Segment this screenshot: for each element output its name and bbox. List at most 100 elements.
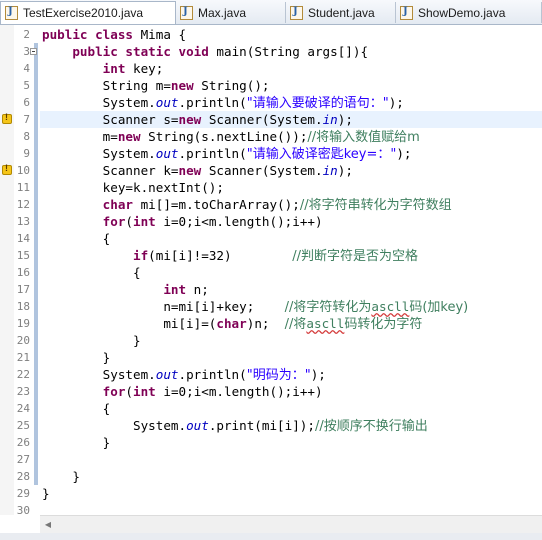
line-number: 9 bbox=[23, 147, 30, 160]
code-token: ); bbox=[396, 146, 412, 161]
line-number: 5 bbox=[23, 79, 30, 92]
code-token: for bbox=[102, 214, 126, 229]
line-number: 19 bbox=[16, 317, 30, 330]
code-token: main(String args[]){ bbox=[216, 44, 369, 59]
code-line-text: Scanner s=new Scanner(System.in); bbox=[42, 111, 353, 128]
code-token: String m= bbox=[42, 78, 171, 93]
code-line[interactable] bbox=[40, 451, 542, 468]
code-line-text: int key; bbox=[42, 60, 164, 77]
tab-label: Student.java bbox=[308, 5, 375, 20]
code-line[interactable]: { bbox=[40, 400, 542, 417]
change-marker bbox=[34, 145, 38, 162]
code-token: .print(mi[i]); bbox=[208, 418, 315, 433]
code-line[interactable]: int n; bbox=[40, 281, 542, 298]
line-number: 18 bbox=[16, 300, 30, 313]
code-line-text: System.out.print(mi[i]);//按顺序不换行输出 bbox=[42, 417, 428, 435]
fold-toggle-icon[interactable] bbox=[30, 48, 37, 55]
change-marker bbox=[34, 383, 38, 400]
tab-label: ShowDemo.java bbox=[418, 5, 506, 20]
code-token: int bbox=[133, 214, 164, 229]
code-token: //将字符串转化为字符数组 bbox=[299, 198, 452, 213]
code-line[interactable]: } bbox=[40, 485, 542, 502]
line-number: 10 bbox=[16, 164, 30, 177]
code-line-text: m=new String(s.nextLine());//将输入数值赋给m bbox=[42, 128, 420, 146]
change-marker bbox=[34, 451, 38, 468]
horizontal-scrollbar[interactable]: ◀ bbox=[40, 515, 542, 533]
code-token: } bbox=[42, 350, 111, 365]
line-number: 21 bbox=[16, 351, 30, 364]
code-line[interactable]: Scanner k=new Scanner(System.in); bbox=[40, 162, 542, 179]
code-line[interactable]: for(int i=0;i<m.length();i++) bbox=[40, 213, 542, 230]
tab-testexercise2010[interactable]: TestExercise2010.java bbox=[0, 1, 176, 24]
code-line[interactable]: System.out.println("明码为："); bbox=[40, 366, 542, 383]
code-token: ascll bbox=[371, 299, 410, 314]
line-number: 11 bbox=[16, 181, 30, 194]
code-line[interactable]: System.out.println("请输入要破译的语句："); bbox=[40, 94, 542, 111]
change-marker bbox=[34, 332, 38, 349]
code-token: } bbox=[42, 469, 80, 484]
code-line[interactable]: String m=new String(); bbox=[40, 77, 542, 94]
scroll-left-arrow-icon[interactable]: ◀ bbox=[40, 516, 56, 533]
code-line-text: { bbox=[42, 400, 111, 417]
code-token: 码转化为字符 bbox=[344, 317, 423, 332]
code-line[interactable]: } bbox=[40, 468, 542, 485]
code-line[interactable]: System.out.print(mi[i]);//按顺序不换行输出 bbox=[40, 417, 542, 434]
code-line[interactable]: } bbox=[40, 332, 542, 349]
code-token: out bbox=[155, 146, 179, 161]
code-line[interactable]: System.out.println("请输入破译密匙key=："); bbox=[40, 145, 542, 162]
tab-max[interactable]: Max.java bbox=[176, 2, 286, 23]
code-token: .println( bbox=[178, 146, 247, 161]
code-line-text: public class Mima { bbox=[42, 26, 186, 43]
code-line-text: char mi[]=m.toCharArray();//将字符串转化为字符数组 bbox=[42, 196, 452, 214]
code-token: System. bbox=[42, 418, 187, 433]
code-line[interactable]: public class Mima { bbox=[40, 26, 542, 43]
code-token: //按顺序不换行输出 bbox=[314, 419, 428, 434]
line-number: 17 bbox=[16, 283, 30, 296]
code-line[interactable]: } bbox=[40, 349, 542, 366]
tab-showdemo[interactable]: ShowDemo.java bbox=[396, 2, 542, 23]
code-line[interactable]: Scanner s=new Scanner(System.in); bbox=[40, 111, 542, 128]
code-line[interactable]: public static void main(String args[]){ bbox=[40, 43, 542, 60]
code-token: Scanner k= bbox=[42, 163, 179, 178]
change-marker bbox=[34, 60, 38, 77]
change-marker bbox=[34, 230, 38, 247]
code-token: int bbox=[133, 384, 164, 399]
code-token: out bbox=[155, 367, 179, 382]
tab-label: TestExercise2010.java bbox=[23, 6, 144, 20]
code-token: ); bbox=[337, 112, 353, 127]
change-marker bbox=[34, 400, 38, 417]
code-line[interactable]: mi[i]=(char)n; //将ascll码转化为字符 bbox=[40, 315, 542, 332]
code-line-text: } bbox=[42, 434, 111, 451]
code-line[interactable]: } bbox=[40, 434, 542, 451]
code-token: out bbox=[186, 418, 209, 433]
code-editor[interactable]: public class Mima { public static void m… bbox=[0, 25, 542, 517]
change-marker bbox=[34, 315, 38, 332]
code-token: public class bbox=[42, 27, 141, 42]
code-line-text: String m=new String(); bbox=[42, 77, 270, 94]
code-line[interactable]: char mi[]=m.toCharArray();//将字符串转化为字符数组 bbox=[40, 196, 542, 213]
code-line[interactable]: key=k.nextInt(); bbox=[40, 179, 542, 196]
code-area[interactable]: public class Mima { public static void m… bbox=[40, 25, 542, 515]
code-line[interactable]: { bbox=[40, 230, 542, 247]
tab-student[interactable]: Student.java bbox=[286, 2, 396, 23]
line-number: 15 bbox=[16, 249, 30, 262]
code-token: { bbox=[42, 401, 111, 416]
warning-icon[interactable] bbox=[2, 163, 12, 175]
line-number: 7 bbox=[23, 113, 30, 126]
warning-icon[interactable] bbox=[2, 112, 12, 124]
code-line[interactable]: { bbox=[40, 264, 542, 281]
code-line-text: System.out.println("请输入破译密匙key=："); bbox=[42, 145, 412, 163]
code-line[interactable]: int key; bbox=[40, 60, 542, 77]
code-line[interactable]: for(int i=0;i<m.length();i++) bbox=[40, 383, 542, 400]
code-line-text: System.out.println("明码为："); bbox=[42, 366, 326, 384]
code-line-text: n=mi[i]+key; //将字符转化为ascll码(加key) bbox=[42, 298, 468, 316]
line-number: 13 bbox=[16, 215, 30, 228]
code-line[interactable]: if(mi[i]!=32) //判断字符是否为空格 bbox=[40, 247, 542, 264]
code-token: System. bbox=[42, 95, 156, 110]
java-file-icon bbox=[290, 5, 303, 20]
code-line[interactable]: n=mi[i]+key; //将字符转化为ascll码(加key) bbox=[40, 298, 542, 315]
code-line[interactable]: m=new String(s.nextLine());//将输入数值赋给m bbox=[40, 128, 542, 145]
